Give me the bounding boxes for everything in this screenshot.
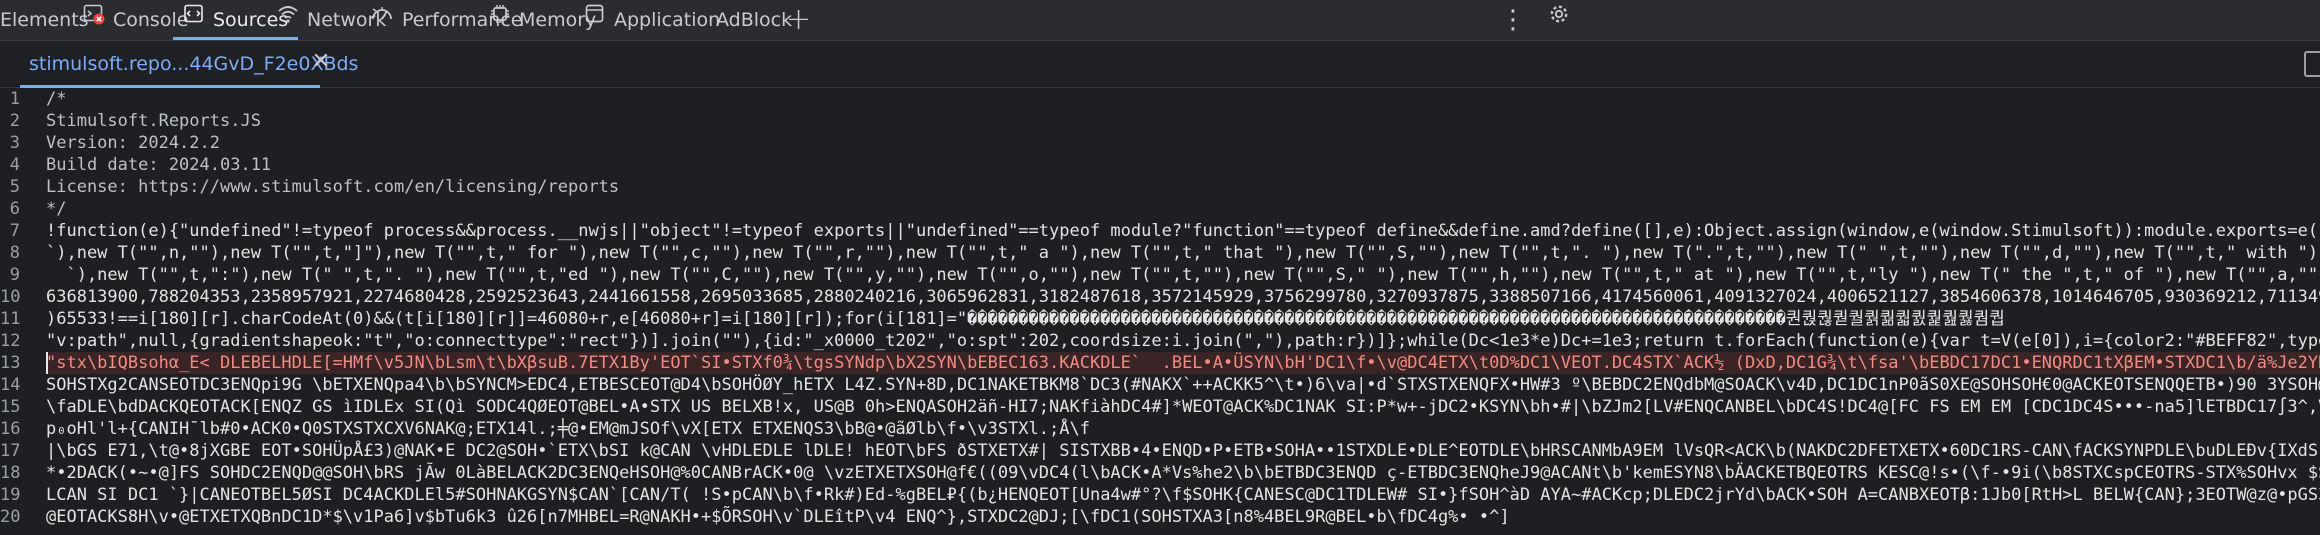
code-comment-line: /* [46,89,67,109]
more-vertical-icon: ⋮ [1500,5,1526,35]
code-line: "v:path",null,{gradientshapeok:"t","o:co… [46,331,2320,351]
memory-icon [489,0,511,39]
code-editor[interactable]: 1 2 3 4 5 6 7 8 9 10 11 12 13 14 15 16 1… [0,88,2320,535]
code-comment-line: License: https://www.stimulsoft.com/en/l… [46,177,620,197]
tab-adblock[interactable]: AdBlock [716,0,792,40]
line-number[interactable]: 20 [0,506,20,528]
line-number[interactable]: 2 [0,110,20,132]
tab-application[interactable]: Application [584,0,720,40]
text-cursor [46,352,48,374]
line-number[interactable]: 15 [0,396,20,418]
line-number[interactable]: 9 [0,264,20,286]
performance-icon [370,0,394,39]
network-icon [277,0,299,39]
add-tab-button[interactable]: + [786,0,811,40]
tab-label: Application [614,9,721,31]
code-lines[interactable]: /* Stimulsoft.Reports.JS Version: 2024.2… [46,88,2320,535]
line-number[interactable]: 8 [0,242,20,264]
code-line: |\bGS E71,\t@•8jXGBE EOT•SOHÜpÅ£3)@NAK•E… [46,441,2320,461]
line-number[interactable]: 6 [0,198,20,220]
sidebar-toggle-icon[interactable] [2304,51,2320,77]
tab-label: Elements [0,9,89,31]
line-number[interactable]: 4 [0,154,20,176]
code-comment-line: Stimulsoft.Reports.JS [46,111,261,131]
line-number[interactable]: 16 [0,418,20,440]
tab-label: AdBlock [716,9,793,31]
tab-memory[interactable]: Memory [489,0,596,40]
line-number[interactable]: 5 [0,176,20,198]
code-line: *•2DACK(•~•@]FS SOHDC2ENQD@@SOH\bRS jÃw … [46,463,2320,483]
line-number[interactable]: 3 [0,132,20,154]
line-number[interactable]: 14 [0,374,20,396]
code-line: `),new T("",n,""),new T("",t,"]"),new T(… [46,243,2320,263]
line-number[interactable]: 11 [0,308,20,330]
devtools-tab-bar: Elements Console Sources Network Perform… [0,0,2320,41]
line-number[interactable]: 13 [0,352,20,374]
gear-icon [1548,0,1570,39]
code-line: p₀oHl'l+{CANIH¯lb#0•ACK0•Q0STXSTXCXV6NAK… [46,419,1090,439]
code-comment-line: Build date: 2024.03.11 [46,155,272,175]
close-icon[interactable]: ✕ [308,49,334,75]
code-line: )65533!==i[180][r].charCodeAt(0)&&(t[i[1… [46,309,2005,329]
code-comment-line: */ [46,199,67,219]
application-icon [584,0,606,39]
code-line: \faDLE\bdDACKQEOTACK[ENQZ GS ìIDLEx SI(Q… [46,397,2320,417]
tab-elements[interactable]: Elements [0,0,89,40]
code-comment-line: Version: 2024.2.2 [46,133,220,153]
code-line: SOHSTXg2CANSEOTDC3ENQpi9G \bETXENQpa4\b\… [46,375,2320,395]
code-line-error-highlight: "stx\bIQBsohα_E< DLEBELHDLE[=HMf\v5JN\bL… [46,352,2320,374]
devtools-settings-button[interactable] [1548,0,1578,40]
more-menu-button[interactable]: ⋮ [1500,0,1526,40]
sources-icon [183,0,205,39]
code-line: LCAN SI DC1 `}|CANEOTBEL5ØSI DC4ACKDLEl5… [46,485,2320,505]
line-number[interactable]: 17 [0,440,20,462]
line-number[interactable]: 1 [0,88,20,110]
editor-file-tab[interactable]: stimulsoft.repo...44GvD_F2e0XBds ✕ [0,41,358,88]
line-number[interactable]: 12 [0,330,20,352]
plus-icon: + [786,2,812,37]
code-line: !function(e){"undefined"!=typeof process… [46,221,2320,241]
line-number[interactable]: 10 [0,286,20,308]
code-line: `),new T("",t,":"),new T(" ",t,". "),new… [46,265,2320,285]
editor-tab-bar: stimulsoft.repo...44GvD_F2e0XBds ✕ [0,41,2320,88]
console-icon [83,0,105,39]
line-number[interactable]: 19 [0,484,20,506]
line-number-gutter: 1 2 3 4 5 6 7 8 9 10 11 12 13 14 15 16 1… [0,88,34,535]
line-number[interactable]: 7 [0,220,20,242]
code-line: 636813900,788204353,2358957921,227468042… [46,287,2320,307]
line-number[interactable]: 18 [0,462,20,484]
code-line: @EOTACKS8H\v•@ETXETXQBnDC1D*$\v1Pa6]v$bT… [46,507,1510,527]
